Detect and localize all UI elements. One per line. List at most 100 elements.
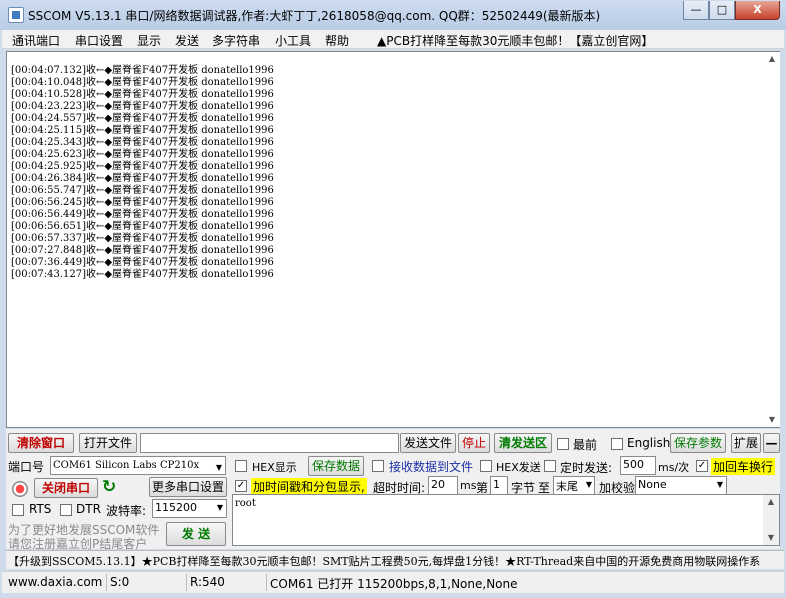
port-label: 端口号 [8, 460, 45, 474]
menu-serial-settings[interactable]: 串口设置 [75, 32, 123, 49]
status-recv-count: R:540 [190, 575, 225, 589]
receive-line: [00:04:24.557]收←◆屋脊雀F407开发板 donatello199… [11, 113, 274, 124]
clear-send-button[interactable]: 清发送区 [494, 433, 552, 453]
menu-help[interactable]: 帮助 [325, 32, 349, 49]
save-params-button[interactable]: 保存参数 [670, 433, 726, 453]
receive-line: [00:04:25.343]收←◆屋脊雀F407开发板 donatello199… [11, 137, 274, 148]
menu-comm-port[interactable]: 通讯端口 [12, 32, 60, 49]
receive-line: [00:04:23.223]收←◆屋脊雀F407开发板 donatello199… [11, 101, 274, 112]
recv-to-file-checkbox[interactable] [372, 460, 384, 472]
menu-send[interactable]: 发送 [175, 32, 199, 49]
send-scrollbar[interactable]: ▲ ▼ [763, 495, 779, 545]
open-file-button[interactable]: 打开文件 [79, 433, 137, 453]
more-settings-button[interactable]: 更多串口设置 [149, 477, 227, 497]
save-data-button[interactable]: 保存数据 [308, 456, 364, 476]
scroll-down-icon[interactable]: ▼ [763, 531, 779, 545]
port-select[interactable]: COM61 Silicon Labs CP210x ▼ [50, 456, 226, 475]
stop-button[interactable]: 停止 [458, 433, 490, 453]
refresh-icon[interactable]: ↻ [102, 477, 116, 497]
receive-scrollbar[interactable]: ▲ ▼ [764, 52, 780, 427]
status-divider [186, 574, 187, 591]
interval-input[interactable]: 500 [620, 456, 656, 475]
timestamp-checkbox[interactable]: ✓ [235, 480, 247, 492]
title-bar: SSCOM V5.13.1 串口/网络数据调试器,作者:大虾丁丁,2618058… [0, 0, 786, 30]
baud-select[interactable]: 115200 ▼ [152, 499, 227, 518]
status-sent-count: S:0 [110, 575, 130, 589]
hex-display-checkbox[interactable] [235, 460, 247, 472]
status-divider [106, 574, 107, 591]
receive-line: [00:07:43.127]收←◆屋脊雀F407开发板 donatello199… [11, 269, 274, 280]
topmost-label: 最前 [573, 438, 598, 452]
menu-tools[interactable]: 小工具 [275, 32, 311, 49]
send-input[interactable]: root ▲ ▼ [232, 494, 780, 546]
status-port-info: COM61 已打开 115200bps,8,1,None,None [270, 577, 518, 591]
chevron-down-icon: ▼ [716, 480, 723, 489]
checksum-select[interactable]: None ▼ [635, 476, 727, 495]
port-status-icon [12, 481, 28, 497]
send-button[interactable]: 发 送 [166, 522, 226, 546]
chevron-down-icon: ▼ [216, 503, 223, 512]
receive-line: [00:06:55.747]收←◆屋脊雀F407开发板 donatello199… [11, 185, 274, 196]
baud-select-value: 115200 [155, 501, 197, 514]
hex-display-label: HEX显示 [252, 461, 297, 474]
receive-line: [00:04:26.384]收←◆屋脊雀F407开发板 donatello199… [11, 173, 274, 184]
end-select-value: 末尾 [556, 480, 578, 493]
checksum-select-value: None [638, 478, 667, 491]
collapse-button[interactable]: — [763, 433, 780, 453]
scroll-up-icon[interactable]: ▲ [764, 52, 780, 66]
english-checkbox[interactable] [611, 438, 623, 450]
add-crlf-checkbox[interactable]: ✓ [696, 460, 708, 472]
receive-line: [00:06:56.449]收←◆屋脊雀F407开发板 donatello199… [11, 209, 274, 220]
timestamp-label: 加时间戳和分包显示, [251, 478, 367, 495]
interval-unit-label: ms/次 [658, 461, 690, 474]
byte-index-input[interactable]: 1 [490, 476, 508, 495]
menu-display[interactable]: 显示 [137, 32, 161, 49]
receive-line: [00:04:07.132]收←◆屋脊雀F407开发板 donatello199… [11, 65, 274, 76]
receive-line: [00:04:10.528]收←◆屋脊雀F407开发板 donatello199… [11, 89, 274, 100]
status-bar: www.daxia.com S:0 R:540 COM61 已打开 115200… [2, 571, 784, 593]
receive-line: [00:07:36.449]收←◆屋脊雀F407开发板 donatello199… [11, 257, 274, 268]
expand-button[interactable]: 扩展 [731, 433, 761, 453]
window-title: SSCOM V5.13.1 串口/网络数据调试器,作者:大虾丁丁,2618058… [28, 9, 601, 23]
send-file-button[interactable]: 发送文件 [400, 433, 456, 453]
timeout-input[interactable]: 20 [428, 476, 458, 495]
file-path-input[interactable] [140, 433, 399, 453]
chevron-down-icon: ▼ [585, 480, 592, 489]
english-label: English [627, 436, 671, 450]
timed-send-checkbox[interactable] [544, 460, 556, 472]
timed-send-label: 定时发送: [560, 461, 613, 475]
hex-send-checkbox[interactable] [480, 460, 492, 472]
receive-line: [00:04:25.623]收←◆屋脊雀F407开发板 donatello199… [11, 149, 274, 160]
menu-multi-string[interactable]: 多字符串 [212, 32, 260, 49]
maximize-button[interactable]: □ [709, 1, 735, 20]
scroll-down-icon[interactable]: ▼ [764, 413, 780, 427]
clear-window-button[interactable]: 清除窗口 [8, 433, 74, 453]
app-icon [8, 7, 24, 23]
end-select[interactable]: 末尾 ▼ [553, 476, 595, 495]
receive-line: [00:06:56.245]收←◆屋脊雀F407开发板 donatello199… [11, 197, 274, 208]
minimize-button[interactable]: — [683, 1, 709, 20]
receive-line: [00:04:25.115]收←◆屋脊雀F407开发板 donatello199… [11, 125, 274, 136]
receive-lines: [00:04:07.132]收←◆屋脊雀F407开发板 donatello199… [11, 65, 779, 281]
dtr-checkbox[interactable] [60, 504, 72, 516]
scroll-up-icon[interactable]: ▲ [763, 495, 779, 509]
close-port-button[interactable]: 关闭串口 [34, 478, 98, 498]
receive-area[interactable]: [00:04:07.132]收←◆屋脊雀F407开发板 donatello199… [6, 51, 780, 428]
receive-line: [00:07:27.848]收←◆屋脊雀F407开发板 donatello199… [11, 245, 274, 256]
add-crlf-label: 加回车换行 [711, 458, 776, 475]
receive-line: [00:06:56.651]收←◆屋脊雀F407开发板 donatello199… [11, 221, 274, 232]
menu-bar: 通讯端口 串口设置 显示 发送 多字符串 小工具 帮助 ▲PCB打样降至每款30… [2, 30, 784, 49]
timeout-unit: ms [460, 479, 477, 492]
topmost-checkbox[interactable] [557, 438, 569, 450]
baud-label: 波特率: [106, 504, 147, 518]
rts-checkbox[interactable] [12, 504, 24, 516]
hex-send-label: HEX发送 [496, 461, 541, 474]
receive-line: [00:04:10.048]收←◆屋脊雀F407开发板 donatello199… [11, 77, 274, 88]
promo-ticker[interactable]: 【升级到SSCOM5.13.1】★PCB打样降至每款30元顺丰包邮！SMT贴片工… [6, 550, 784, 569]
send-input-text: root [235, 498, 256, 509]
close-button[interactable]: X [735, 1, 780, 20]
recv-to-file-label: 接收数据到文件 [389, 460, 474, 474]
status-website[interactable]: www.daxia.com [8, 575, 102, 589]
menu-promo-link[interactable]: ▲PCB打样降至每款30元顺丰包邮！【嘉立创官网】 [377, 32, 653, 49]
dtr-label: DTR [76, 502, 101, 516]
